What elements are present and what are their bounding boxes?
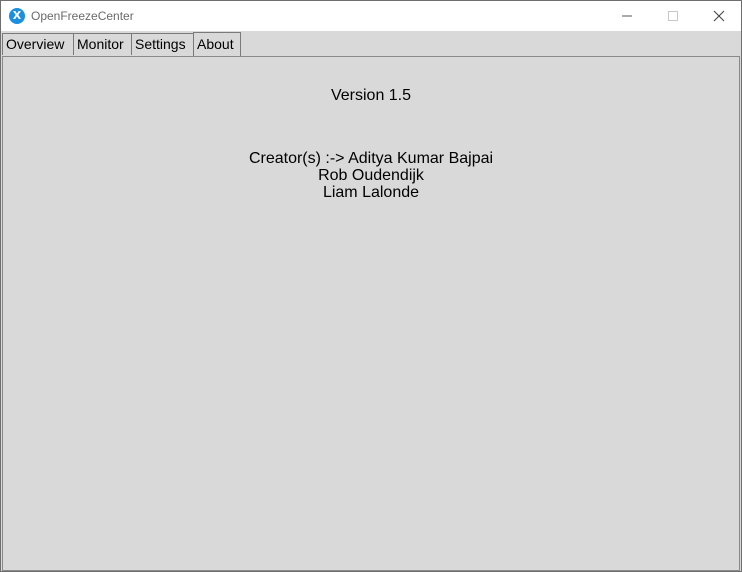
creators-line-2: Rob Oudendijk xyxy=(318,167,424,184)
minimize-icon xyxy=(622,15,632,17)
creators-line-3: Liam Lalonde xyxy=(322,184,420,201)
version-label: Version 1.5 xyxy=(330,87,412,104)
about-panel: Version 1.5 Creator(s) :-> Aditya Kumar … xyxy=(2,56,740,571)
app-icon: X xyxy=(9,8,25,24)
tab-overview[interactable]: Overview xyxy=(2,33,76,55)
tab-about[interactable]: About xyxy=(193,32,241,56)
tab-settings[interactable]: Settings xyxy=(131,33,196,55)
minimize-button[interactable] xyxy=(604,1,650,31)
title-bar[interactable]: X OpenFreezeCenter xyxy=(1,1,741,31)
window-title: OpenFreezeCenter xyxy=(31,9,134,23)
app-window: X OpenFreezeCenter Overview Monitor Sett… xyxy=(0,0,742,572)
close-icon xyxy=(713,10,725,22)
maximize-button[interactable] xyxy=(650,1,696,31)
tab-monitor[interactable]: Monitor xyxy=(73,33,134,55)
creators-block: Creator(s) :-> Aditya Kumar Bajpai Rob O… xyxy=(3,150,739,201)
close-button[interactable] xyxy=(696,1,741,31)
maximize-icon xyxy=(668,11,678,21)
creators-line-1: Creator(s) :-> Aditya Kumar Bajpai xyxy=(248,150,494,167)
